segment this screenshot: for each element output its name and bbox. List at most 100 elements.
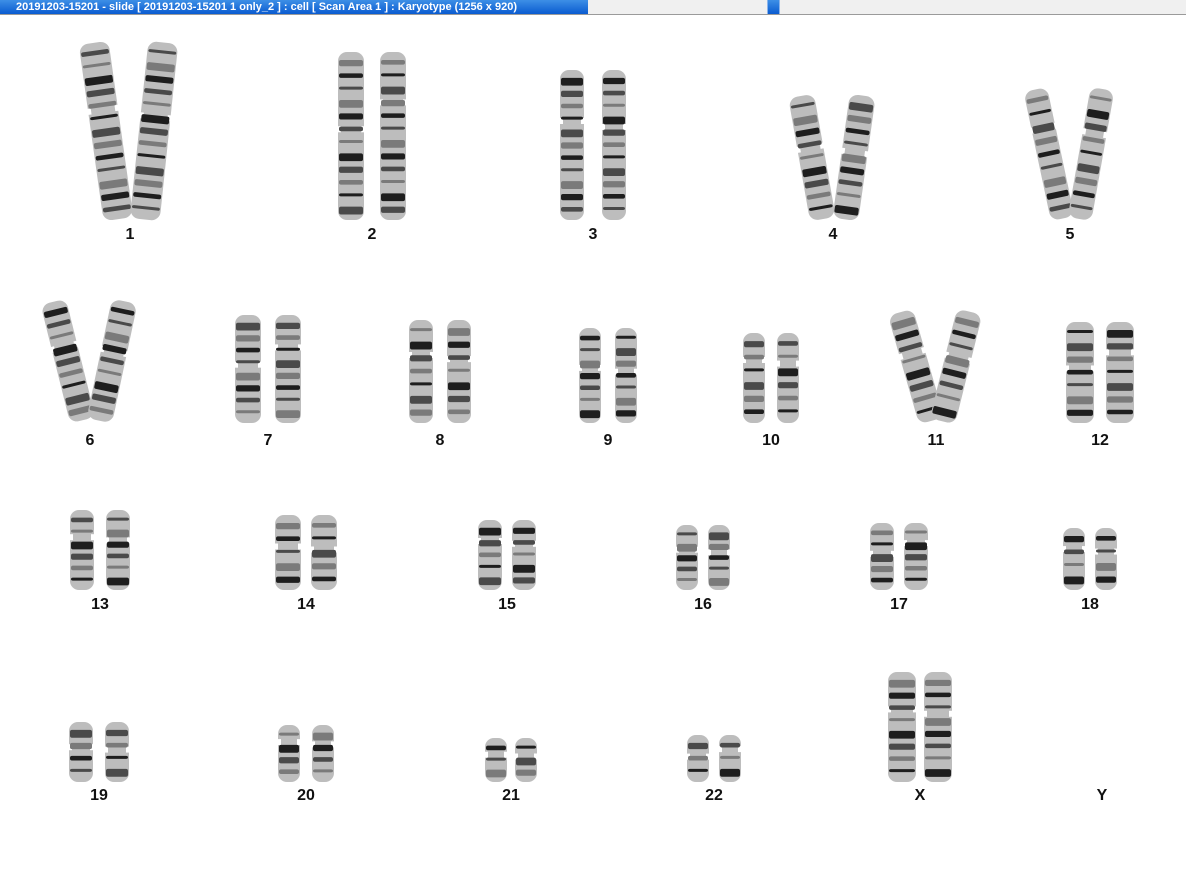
chromatid-right [311, 725, 335, 782]
chromatid-left [869, 523, 895, 590]
chromatid-right [833, 94, 875, 221]
titlebar-scroll-handle[interactable] [767, 0, 780, 14]
chromatid-left [68, 722, 94, 782]
chromosome-pair-22[interactable] [677, 729, 751, 788]
chromatid-left [277, 725, 301, 782]
chromatid-left [675, 525, 699, 590]
chromatid-right [776, 333, 800, 423]
chromosome-pair-2[interactable] [328, 46, 416, 226]
chromatid-right [1094, 528, 1118, 590]
chromosome-label-3: 3 [588, 226, 598, 243]
chromosome-image-4 [789, 94, 875, 221]
chromatid-right [130, 41, 178, 221]
chromosome-pair-3[interactable] [550, 64, 636, 226]
chromosome-pair-1[interactable] [79, 36, 179, 226]
chromatid-right [931, 310, 981, 423]
chromosome-pair-20[interactable] [268, 719, 344, 788]
chromosome-image-20 [277, 725, 335, 782]
chromatid-left [484, 738, 508, 782]
chromosome-pair-15[interactable] [468, 514, 546, 596]
chromosome-pair-5[interactable] [1025, 82, 1113, 226]
chromosome-label-X: X [914, 787, 926, 804]
window-title: 20191203-15201 - slide [ 20191203-15201 … [0, 0, 588, 14]
chromatid-left [42, 300, 94, 422]
chromosome-image-8 [408, 320, 472, 423]
chromosome-pair-18[interactable] [1053, 522, 1127, 596]
chromosome-label-20: 20 [297, 787, 315, 804]
chromosome-label-4: 4 [828, 226, 838, 243]
chromatid-left [274, 515, 302, 590]
chromosome-label-15: 15 [498, 596, 516, 613]
chromatid-right [718, 735, 742, 782]
chromosome-image-14 [274, 515, 338, 590]
chromosome-label-8: 8 [435, 432, 445, 449]
chromatid-left [79, 41, 133, 221]
chromosome-pair-17[interactable] [860, 517, 938, 596]
chromatid-right [1069, 88, 1113, 220]
chromosome-image-1 [79, 41, 178, 221]
chromosome-image-9 [578, 328, 638, 423]
chromatid-right [903, 523, 929, 590]
chromosome-label-6: 6 [85, 432, 95, 449]
chromatid-right [446, 320, 472, 423]
chromosome-pair-Y[interactable] [1092, 0, 1112, 6]
chromosome-label-11: 11 [927, 432, 945, 449]
chromosome-pair-6[interactable] [42, 294, 136, 428]
chromatid-right [274, 315, 302, 423]
chromosome-label-22: 22 [705, 787, 723, 804]
chromatid-right [310, 515, 338, 590]
chromosome-pair-8[interactable] [399, 314, 481, 429]
chromosome-pair-10[interactable] [733, 327, 809, 429]
chromosome-label-18: 18 [1081, 596, 1099, 613]
chromatid-left [559, 70, 585, 220]
chromatid-left [686, 735, 710, 782]
chromatid-left [234, 315, 262, 423]
chromatid-left [337, 52, 365, 220]
chromosome-image-11 [890, 310, 981, 423]
chromosome-label-17: 17 [890, 596, 908, 613]
chromosome-label-14: 14 [297, 596, 315, 613]
chromosome-label-13: 13 [91, 596, 109, 613]
chromosome-image-21 [484, 738, 538, 782]
chromatid-right [923, 672, 953, 782]
chromatid-right [105, 510, 131, 590]
chromosome-label-5: 5 [1065, 226, 1075, 243]
chromosome-pair-X[interactable] [878, 666, 962, 788]
chromosome-image-22 [686, 735, 742, 782]
chromatid-left [578, 328, 602, 423]
chromosome-label-21: 21 [502, 787, 520, 804]
chromosome-image-2 [337, 52, 407, 220]
chromosome-pair-9[interactable] [569, 322, 647, 429]
chromosome-pair-21[interactable] [475, 732, 547, 788]
chromosome-pair-11[interactable] [890, 304, 981, 429]
chromosome-pair-12[interactable] [1056, 316, 1144, 429]
chromosome-image-13 [69, 510, 131, 590]
chromosome-label-16: 16 [694, 596, 712, 613]
window-titlebar: 20191203-15201 - slide [ 20191203-15201 … [0, 0, 1186, 15]
chromosome-label-1: 1 [125, 226, 135, 243]
chromatid-left [69, 510, 95, 590]
chromosome-pair-4[interactable] [789, 89, 877, 226]
chromosome-image-19 [68, 722, 130, 782]
chromosome-image-17 [869, 523, 929, 590]
chromatid-right [614, 328, 638, 423]
chromosome-pair-19[interactable] [59, 716, 139, 788]
chromosome-pair-16[interactable] [666, 519, 740, 596]
chromatid-left [887, 672, 917, 782]
chromosome-label-Y: Y [1096, 787, 1108, 804]
chromatid-left [742, 333, 766, 423]
chromosome-image-5 [1025, 88, 1113, 220]
chromosome-label-12: 12 [1091, 432, 1109, 449]
chromatid-left [789, 95, 835, 220]
chromatid-left [1065, 322, 1095, 423]
chromosome-pair-14[interactable] [265, 509, 347, 596]
chromosome-label-10: 10 [762, 432, 780, 449]
chromatid-right [88, 300, 136, 422]
chromosome-image-15 [477, 520, 537, 590]
chromatid-right [514, 738, 538, 782]
chromosome-image-3 [559, 70, 627, 220]
chromosome-pair-7[interactable] [225, 309, 311, 429]
chromosome-image-10 [742, 333, 800, 423]
chromosome-pair-13[interactable] [60, 504, 140, 596]
chromosome-image-X [887, 672, 953, 782]
